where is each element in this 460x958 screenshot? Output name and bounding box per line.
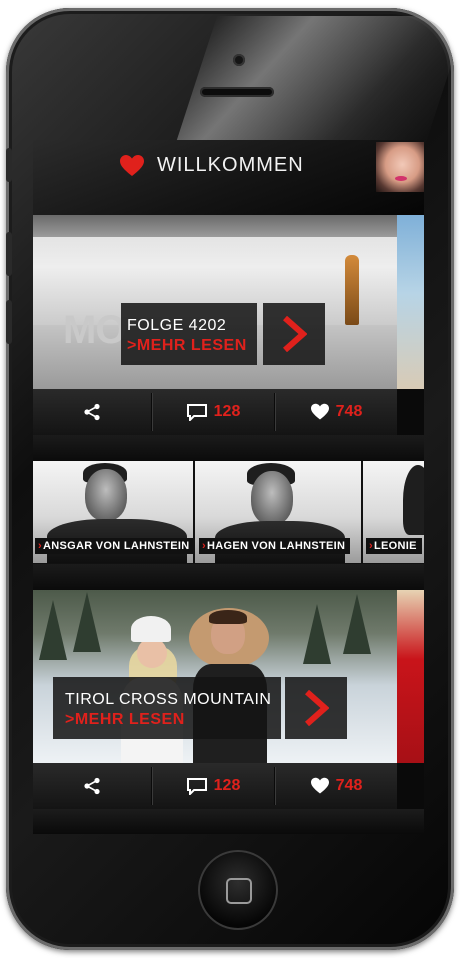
home-button[interactable] xyxy=(198,850,278,930)
comment-icon xyxy=(186,778,207,795)
person-name-tag[interactable]: › HAGEN VON LAHNSTEIN xyxy=(199,538,351,554)
share-icon xyxy=(84,777,100,795)
person-name: LEONIE xyxy=(373,540,417,552)
chevron-right-icon xyxy=(305,690,329,726)
volume-down-button xyxy=(6,300,12,344)
read-more-link[interactable]: >MEHR LESEN xyxy=(127,337,247,355)
person-face xyxy=(85,469,127,521)
name-tag-marker: › xyxy=(369,540,373,552)
article-action-bar: 128 748 xyxy=(33,763,424,809)
section-divider-band xyxy=(33,435,424,461)
app-screen: WILLKOMMEN MO FOLGE 4202 >MEHR LESEN 128… xyxy=(33,140,424,834)
comment-icon xyxy=(186,404,207,421)
article-caption[interactable]: FOLGE 4202 >MEHR LESEN xyxy=(121,303,257,365)
app-header: WILLKOMMEN xyxy=(33,140,424,215)
like-button[interactable]: 748 xyxy=(275,389,397,435)
image-tree xyxy=(39,600,67,660)
like-button[interactable]: 748 xyxy=(275,763,397,809)
bar-end xyxy=(397,389,424,435)
image-tree xyxy=(73,592,101,652)
share-button[interactable] xyxy=(33,763,151,809)
person-name-tag[interactable]: › ANSGAR VON LAHNSTEIN xyxy=(35,538,195,554)
name-tag-marker: › xyxy=(202,540,206,552)
avatar-lips xyxy=(395,176,407,181)
open-article-button[interactable] xyxy=(263,303,325,365)
article-action-bar: 128 748 xyxy=(33,389,424,435)
like-count: 748 xyxy=(335,777,363,794)
person-hair xyxy=(403,465,424,535)
earpiece-speaker xyxy=(200,87,274,97)
man-hair xyxy=(209,610,247,624)
mute-switch xyxy=(6,148,12,182)
footer-band xyxy=(33,809,424,834)
article-title: FOLGE 4202 xyxy=(127,317,227,334)
image-tree xyxy=(343,594,371,654)
share-button[interactable] xyxy=(33,389,151,435)
front-camera xyxy=(233,54,245,66)
read-more-link[interactable]: >MEHR LESEN xyxy=(65,711,185,729)
person-face xyxy=(251,471,293,525)
section-divider-band xyxy=(33,564,424,590)
comment-count: 128 xyxy=(213,777,241,794)
comments-button[interactable]: 128 xyxy=(152,763,274,809)
user-avatar[interactable] xyxy=(376,142,424,192)
name-tag-marker: › xyxy=(38,540,42,552)
header-title: WILLKOMMEN xyxy=(157,154,304,176)
heart-icon xyxy=(120,155,144,176)
heart-like-icon xyxy=(310,403,329,420)
woman-cap xyxy=(131,616,171,642)
comments-button[interactable]: 128 xyxy=(152,389,274,435)
article-title: TIROL CROSS MOUNTAIN xyxy=(65,691,272,708)
person-name-tag[interactable]: › LEONIE xyxy=(366,538,422,554)
heart-like-icon xyxy=(310,777,329,794)
open-article-button[interactable] xyxy=(285,677,347,739)
article-caption[interactable]: TIROL CROSS MOUNTAIN >MEHR LESEN xyxy=(53,677,281,739)
next-article-peek[interactable] xyxy=(397,590,424,763)
phone-glare xyxy=(174,16,460,146)
comment-count: 128 xyxy=(213,403,241,420)
person-name: HAGEN VON LAHNSTEIN xyxy=(206,540,346,552)
image-ceiling xyxy=(33,215,397,237)
person-name: ANSGAR VON LAHNSTEIN xyxy=(42,540,190,552)
like-count: 748 xyxy=(335,403,363,420)
volume-up-button xyxy=(6,232,12,276)
woman-face xyxy=(137,638,167,668)
image-dress xyxy=(345,255,359,325)
chevron-right-icon xyxy=(283,316,307,352)
image-tree xyxy=(303,604,331,664)
article-prefix: MO xyxy=(63,308,126,352)
home-square-icon xyxy=(226,878,252,904)
share-icon xyxy=(84,403,100,421)
next-article-peek[interactable] xyxy=(397,215,424,389)
bar-end xyxy=(397,763,424,809)
